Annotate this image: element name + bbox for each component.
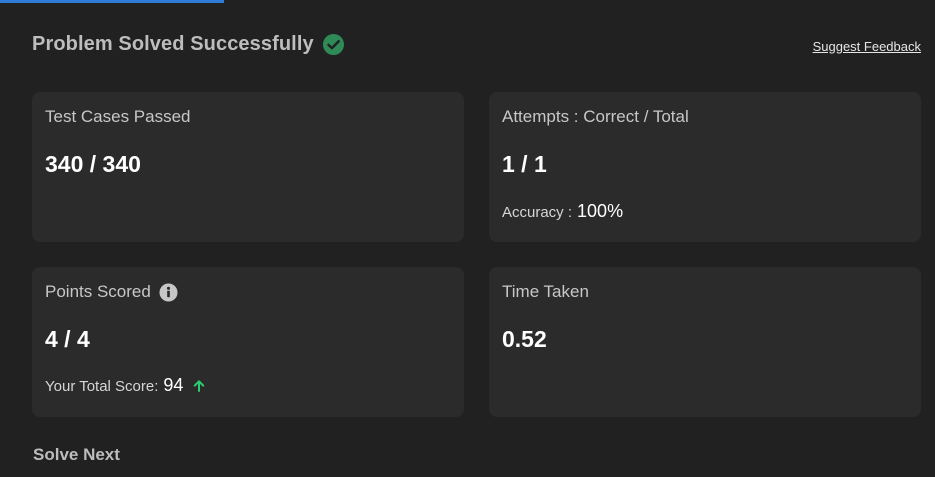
total-score-value: 94 bbox=[163, 375, 184, 395]
active-tab-indicator bbox=[0, 0, 224, 3]
time-card: Time Taken 0.52 bbox=[489, 267, 921, 417]
check-circle-icon bbox=[322, 33, 345, 56]
attempts-label: Attempts : Correct / Total bbox=[502, 107, 689, 127]
accuracy-value: 100% bbox=[577, 201, 624, 221]
result-panel: Problem Solved Successfully Suggest Feed… bbox=[0, 0, 935, 477]
accuracy-label: Accuracy : bbox=[502, 204, 573, 221]
info-icon[interactable] bbox=[159, 282, 178, 302]
points-card: Points Scored 4 / 4 Your Total Score: 94 bbox=[32, 267, 464, 417]
solve-next-heading: Solve Next bbox=[33, 445, 120, 464]
suggest-feedback-link[interactable]: Suggest Feedback bbox=[813, 39, 921, 54]
test-cases-label-text: Test Cases Passed bbox=[45, 107, 191, 126]
attempts-value: 1 / 1 bbox=[502, 151, 547, 177]
arrow-up-icon bbox=[192, 379, 206, 393]
test-cases-label: Test Cases Passed bbox=[45, 107, 191, 127]
points-label-text: Points Scored bbox=[45, 282, 151, 301]
attempts-label-text: Attempts : Correct / Total bbox=[502, 107, 689, 126]
test-cases-card: Test Cases Passed 340 / 340 bbox=[32, 92, 464, 242]
total-score-row: Your Total Score: 94 bbox=[45, 375, 206, 396]
attempts-card: Attempts : Correct / Total 1 / 1 Accurac… bbox=[489, 92, 921, 242]
page-title: Problem Solved Successfully bbox=[32, 32, 314, 55]
points-label: Points Scored bbox=[45, 282, 178, 302]
time-label: Time Taken bbox=[502, 282, 589, 302]
test-cases-value: 340 / 340 bbox=[45, 151, 141, 177]
title-group: Problem Solved Successfully bbox=[32, 33, 345, 56]
time-label-text: Time Taken bbox=[502, 282, 589, 301]
time-value: 0.52 bbox=[502, 326, 547, 352]
total-score-label: Your Total Score: bbox=[45, 378, 159, 395]
result-header: Problem Solved Successfully Suggest Feed… bbox=[32, 29, 921, 59]
accuracy-row: Accuracy : 100% bbox=[502, 201, 623, 222]
points-value: 4 / 4 bbox=[45, 326, 90, 352]
